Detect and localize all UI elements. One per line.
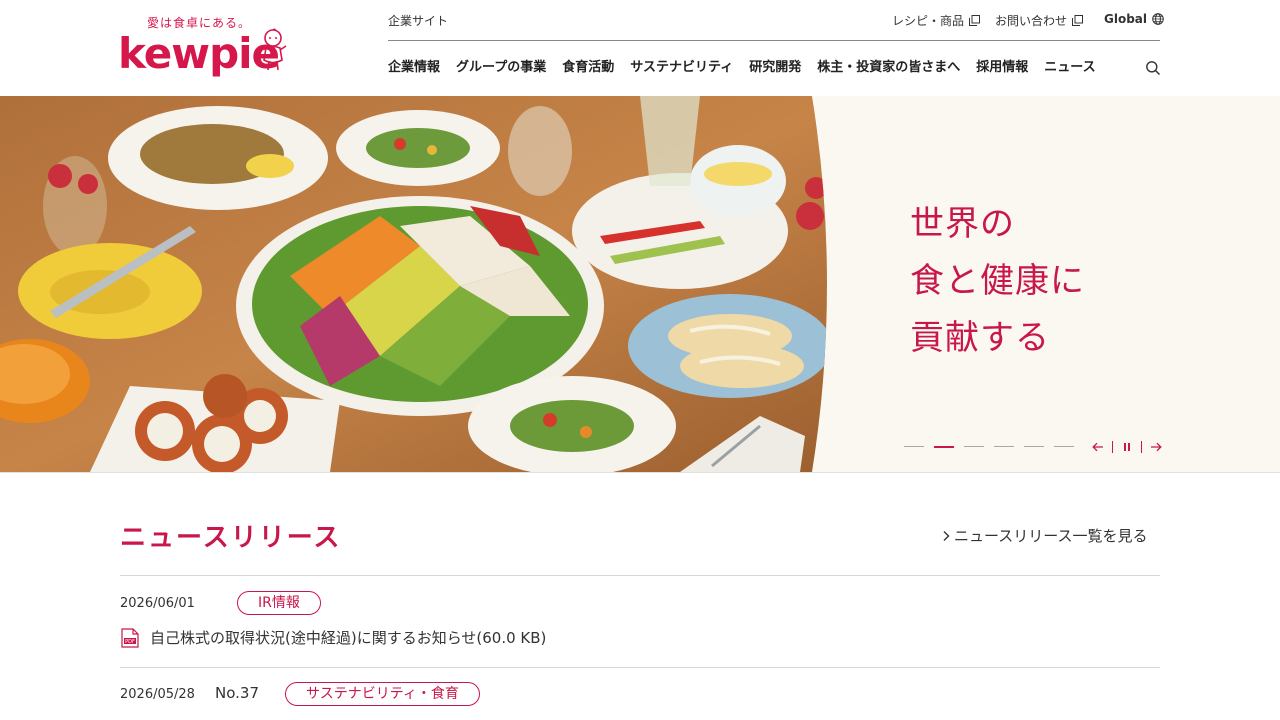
nav-item-corporate-info[interactable]: 企業情報 xyxy=(388,59,440,79)
contact-link[interactable]: お問い合わせ xyxy=(995,12,1084,29)
kewpie-doll-icon xyxy=(259,28,287,71)
recipe-products-label: レシピ・商品 xyxy=(892,14,965,28)
carousel-indicator-1[interactable] xyxy=(904,446,924,447)
carousel-indicators xyxy=(904,445,1074,448)
external-window-icon xyxy=(969,15,981,26)
pause-icon xyxy=(1124,443,1130,451)
nav-item-food-education[interactable]: 食育活動 xyxy=(562,59,614,79)
external-window-icon xyxy=(1072,15,1084,26)
global-nav: 企業情報 グループの事業 食育活動 サステナビリティ 研究開発 株主・投資家の皆… xyxy=(388,59,1112,79)
arrow-left-icon xyxy=(1092,442,1103,452)
news-category-tag[interactable]: サステナビリティ・食育 xyxy=(285,682,480,706)
news-item-body: PDF 自己株式の取得状況(途中経過)に関するお知らせ(60.0 KB) xyxy=(120,627,546,648)
carousel-indicator-6[interactable] xyxy=(1054,446,1074,447)
nav-item-sustainability[interactable]: サステナビリティ xyxy=(630,59,733,79)
carousel-indicator-2[interactable] xyxy=(934,445,954,448)
contact-label: お問い合わせ xyxy=(995,14,1068,28)
globe-icon xyxy=(1152,13,1164,25)
news-number: No.37 xyxy=(215,684,259,702)
hero-headline-line-1: 世界の xyxy=(910,204,1015,244)
nav-item-recruit[interactable]: 採用情報 xyxy=(976,59,1028,79)
carousel-indicator-5[interactable] xyxy=(1024,446,1044,447)
news-category-tag[interactable]: IR情報 xyxy=(237,591,321,615)
corporate-site-label: 企業サイト xyxy=(388,14,449,28)
news-title-link[interactable]: 自己株式の取得状況(途中経過)に関するお知らせ(60.0 KB) xyxy=(150,627,546,648)
nav-item-group-business[interactable]: グループの事業 xyxy=(456,59,546,79)
search-icon[interactable] xyxy=(1145,60,1161,76)
global-label: Global xyxy=(1104,12,1148,26)
header-divider xyxy=(388,40,1160,41)
svg-text:PDF: PDF xyxy=(125,638,135,644)
hero-headline: 世界の 食と健康に 貢献する xyxy=(910,196,1160,367)
nav-item-news[interactable]: ニュース xyxy=(1044,59,1095,79)
kewpie-logo[interactable]: 愛は食卓にある。 kewpie xyxy=(118,14,288,84)
site-header: 愛は食卓にある。 kewpie 企業サイト レシピ・商品 お問い合わせ Glob… xyxy=(0,0,1280,96)
carousel-next-button[interactable] xyxy=(1148,440,1164,454)
carousel-controls xyxy=(1090,440,1164,454)
arrow-right-icon xyxy=(1151,442,1162,452)
carousel-separator xyxy=(1141,441,1142,453)
carousel-indicator-3[interactable] xyxy=(964,446,984,447)
logo-wordmark: kewpie xyxy=(118,29,280,78)
hero-headline-line-3: 貢献する xyxy=(910,318,1050,358)
chevron-right-icon xyxy=(943,530,950,541)
news-list-link-label: ニュースリリース一覧を見る xyxy=(954,527,1148,545)
nav-item-research[interactable]: 研究開発 xyxy=(749,59,801,79)
news-divider xyxy=(120,575,1160,576)
news-section-title: ニュースリリース xyxy=(120,523,342,553)
carousel-prev-button[interactable] xyxy=(1090,440,1106,454)
news-date: 2026/06/01 xyxy=(120,596,195,611)
nav-item-investors[interactable]: 株主・投資家の皆さまへ xyxy=(817,59,960,79)
hero-headline-line-2: 食と健康に xyxy=(910,261,1085,301)
recipe-products-link[interactable]: レシピ・商品 xyxy=(892,12,981,29)
hero-carousel: 世界の 食と健康に 貢献する xyxy=(0,96,1280,472)
carousel-indicator-4[interactable] xyxy=(994,446,1014,447)
news-divider xyxy=(120,667,1160,668)
news-date: 2026/05/28 xyxy=(120,687,195,702)
section-divider xyxy=(0,472,1280,473)
pdf-icon: PDF xyxy=(121,627,139,648)
carousel-separator xyxy=(1112,441,1113,453)
global-link[interactable]: Global xyxy=(1104,12,1164,26)
news-list-link[interactable]: ニュースリリース一覧を見る xyxy=(942,525,1148,546)
carousel-pause-button[interactable] xyxy=(1119,440,1135,454)
hero-food-photo xyxy=(0,96,827,472)
